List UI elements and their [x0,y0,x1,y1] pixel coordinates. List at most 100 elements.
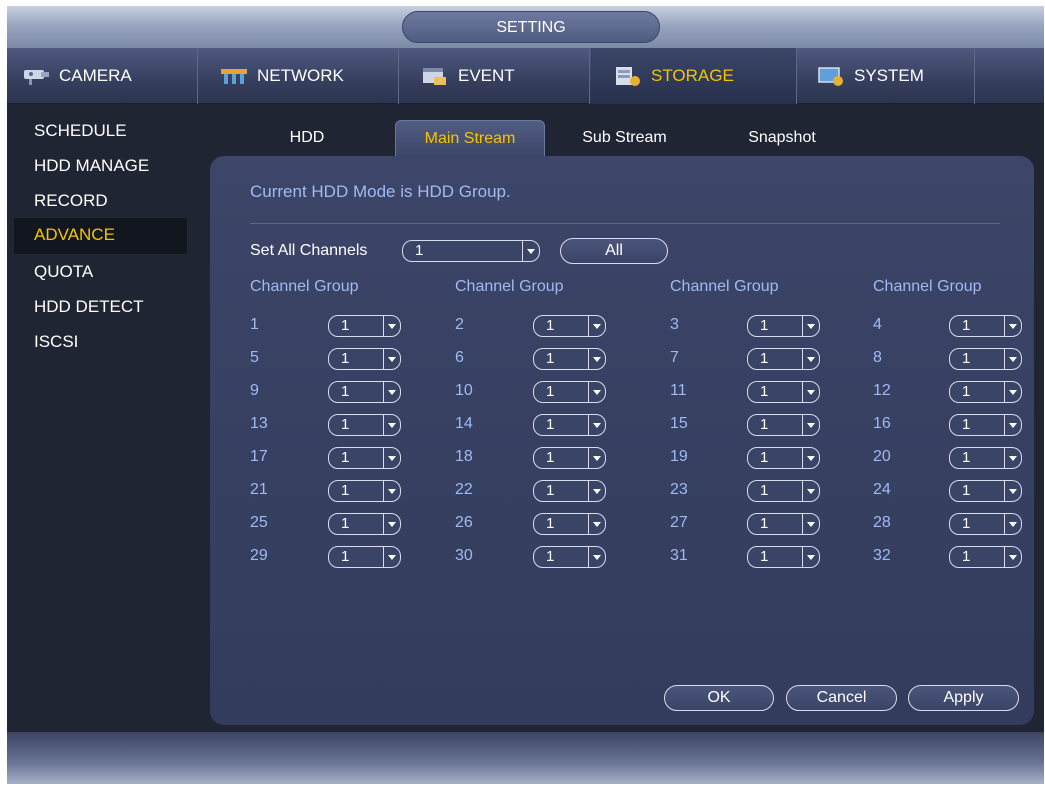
system-icon [818,67,843,86]
divider [250,223,1000,224]
chevron-down-icon [588,349,605,369]
channel-group-select[interactable]: 1 [328,414,401,436]
channel-number: 5 [250,349,259,366]
channel-group-select[interactable]: 1 [533,447,606,469]
column-header-2: Channel Group [455,278,564,295]
chevron-down-icon [588,382,605,402]
subtab-main-stream[interactable]: Main Stream [395,120,545,156]
channel-number: 13 [250,415,268,432]
channel-number: 17 [250,448,268,465]
footer-bar [7,732,1044,784]
chevron-down-icon [1004,547,1021,567]
channel-group-select[interactable]: 1 [747,513,820,535]
channel-group-select[interactable]: 1 [747,480,820,502]
chevron-down-icon [802,415,819,435]
channel-group-select[interactable]: 1 [328,480,401,502]
channel-number: 31 [670,547,688,564]
column-header-4: Channel Group [873,278,982,295]
channel-number: 16 [873,415,891,432]
tab-system[interactable]: SYSTEM [798,48,975,104]
channel-number: 29 [250,547,268,564]
chevron-down-icon [802,547,819,567]
channel-group-select[interactable]: 1 [949,381,1022,403]
camera-icon [24,70,49,85]
chevron-down-icon [1004,448,1021,468]
side-item-iscsi[interactable]: ISCSI [14,325,187,361]
cancel-button[interactable]: Cancel [786,685,897,711]
channel-group-select[interactable]: 1 [533,348,606,370]
side-item-record[interactable]: RECORD [14,184,187,220]
channel-group-select[interactable]: 1 [533,546,606,568]
chevron-down-icon [1004,349,1021,369]
channel-group-select[interactable]: 1 [949,513,1022,535]
channel-number: 11 [670,382,687,399]
channel-group-select[interactable]: 1 [533,381,606,403]
channel-group-select[interactable]: 1 [328,546,401,568]
chevron-down-icon [588,547,605,567]
channel-group-select[interactable]: 1 [949,447,1022,469]
column-header-3: Channel Group [670,278,779,295]
side-item-hdd-detect[interactable]: HDD DETECT [14,290,187,326]
channel-number: 32 [873,547,891,564]
chevron-down-icon [522,241,539,261]
apply-button[interactable]: Apply [908,685,1019,711]
channel-group-select[interactable]: 1 [533,414,606,436]
channel-group-select[interactable]: 1 [747,414,820,436]
chevron-down-icon [1004,382,1021,402]
channel-group-select[interactable]: 1 [949,480,1022,502]
chevron-down-icon [383,415,400,435]
tab-camera[interactable]: CAMERA [7,48,198,104]
tab-event[interactable]: EVENT [400,48,590,104]
event-icon [423,68,446,85]
side-item-schedule[interactable]: SCHEDULE [14,114,187,150]
channel-number: 20 [873,448,891,465]
channel-group-select[interactable]: 1 [328,315,401,337]
set-all-button[interactable]: All [560,238,668,264]
channel-group-select[interactable]: 1 [747,348,820,370]
chevron-down-icon [802,514,819,534]
channel-group-select[interactable]: 1 [328,381,401,403]
channel-group-select[interactable]: 1 [949,546,1022,568]
channel-group-select[interactable]: 1 [328,513,401,535]
tab-network[interactable]: NETWORK [199,48,399,104]
chevron-down-icon [1004,514,1021,534]
channel-group-select[interactable]: 1 [533,513,606,535]
channel-group-select[interactable]: 1 [747,381,820,403]
chevron-down-icon [383,514,400,534]
channel-group-select[interactable]: 1 [328,348,401,370]
side-item-quota[interactable]: QUOTA [14,255,187,291]
chevron-down-icon [383,547,400,567]
side-item-hdd-manage[interactable]: HDD MANAGE [14,149,187,185]
content-panel: Current HDD Mode is HDD Group. Set All C… [210,156,1034,725]
side-item-advance[interactable]: ADVANCE [14,218,187,254]
channel-number: 6 [455,349,464,366]
channel-number: 3 [670,316,679,333]
channel-group-select[interactable]: 1 [533,480,606,502]
channel-number: 14 [455,415,473,432]
channel-group-select[interactable]: 1 [747,447,820,469]
set-all-select[interactable]: 1 [402,240,540,262]
subtab-snapshot[interactable]: Snapshot [727,120,837,156]
subtab-sub-stream[interactable]: Sub Stream [567,120,682,156]
chevron-down-icon [383,448,400,468]
chevron-down-icon [588,316,605,336]
tab-storage[interactable]: STORAGE [591,48,797,104]
channel-number: 26 [455,514,473,531]
channel-group-select[interactable]: 1 [949,414,1022,436]
chevron-down-icon [802,448,819,468]
subtab-hdd[interactable]: HDD [272,120,342,156]
set-all-label: Set All Channels [250,242,368,259]
channel-number: 28 [873,514,891,531]
channel-group-select[interactable]: 1 [328,447,401,469]
channel-group-select[interactable]: 1 [533,315,606,337]
ok-button[interactable]: OK [664,685,774,711]
channel-number: 30 [455,547,473,564]
channel-group-select[interactable]: 1 [949,348,1022,370]
side-menu: SCHEDULE HDD MANAGE RECORD ADVANCE QUOTA… [7,104,192,734]
channel-group-select[interactable]: 1 [949,315,1022,337]
chevron-down-icon [1004,415,1021,435]
column-header-1: Channel Group [250,278,359,295]
title-bar: SETTING [7,6,1044,48]
channel-group-select[interactable]: 1 [747,315,820,337]
channel-group-select[interactable]: 1 [747,546,820,568]
